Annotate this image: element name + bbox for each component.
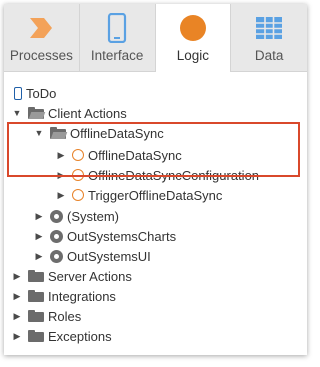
module-reference-icon xyxy=(50,209,63,223)
tab-logic-label: Logic xyxy=(176,48,210,63)
collapsed-caret-icon[interactable]: ▶ xyxy=(12,286,22,306)
tab-interface[interactable]: Interface xyxy=(79,4,156,72)
folder-open-icon xyxy=(28,107,46,119)
logic-circle-icon xyxy=(179,13,207,43)
tree-item-exceptions[interactable]: ▶ Exceptions xyxy=(12,326,112,346)
tree-item-module-label: (System) xyxy=(67,208,119,224)
tree-item-roles[interactable]: ▶ Roles xyxy=(12,306,82,326)
client-action-icon xyxy=(72,189,84,201)
collapsed-caret-icon[interactable]: ▶ xyxy=(12,306,22,326)
tree-item-root-label: ToDo xyxy=(26,85,57,101)
collapsed-caret-icon[interactable]: ▶ xyxy=(12,266,22,286)
tree-item-action[interactable]: ▶ TriggerOfflineDataSync xyxy=(56,185,223,205)
highlight-box xyxy=(7,122,300,177)
tree-item-client-actions-label: Client Actions xyxy=(48,105,127,121)
tree-item-folder-label: Roles xyxy=(48,308,82,324)
tree-item-module-label: OutSystemsCharts xyxy=(67,228,177,244)
collapsed-caret-icon[interactable]: ▶ xyxy=(34,246,44,266)
tree-item-client-actions[interactable]: ▼ Client Actions xyxy=(12,103,127,123)
module-reference-icon xyxy=(50,229,63,243)
tab-bar: Processes Interface Logic Data xyxy=(4,4,307,72)
folder-icon xyxy=(28,270,44,282)
tab-logic[interactable]: Logic xyxy=(155,4,232,72)
tree-item-module[interactable]: ▶ OutSystemsCharts xyxy=(34,226,177,246)
tab-data[interactable]: Data xyxy=(231,4,307,72)
tree-item-integrations[interactable]: ▶ Integrations xyxy=(12,286,116,306)
tree-item-folder-label: Exceptions xyxy=(48,328,112,344)
module-reference-icon xyxy=(50,249,63,263)
tree-item-folder-label: Integrations xyxy=(48,288,116,304)
expanded-caret-icon[interactable]: ▼ xyxy=(12,103,22,123)
logic-panel: Processes Interface Logic Data ToDo ▼ Cl… xyxy=(4,4,307,355)
tab-interface-label: Interface xyxy=(90,48,144,63)
collapsed-caret-icon[interactable]: ▶ xyxy=(12,326,22,346)
tree-item-module[interactable]: ▶ (System) xyxy=(34,206,119,226)
tree-item-module[interactable]: ▶ OutSystemsUI xyxy=(34,246,151,266)
tab-processes-label: Processes xyxy=(9,48,73,63)
collapsed-caret-icon[interactable]: ▶ xyxy=(56,185,66,205)
tree-item-root[interactable]: ToDo xyxy=(14,83,56,103)
tree-item-folder-label: Server Actions xyxy=(48,268,132,284)
tree-item-server-actions[interactable]: ▶ Server Actions xyxy=(12,266,132,286)
tree-item-module-label: OutSystemsUI xyxy=(67,248,151,264)
module-phone-icon xyxy=(14,86,22,100)
data-grid-icon xyxy=(255,13,283,43)
processes-chevron-icon xyxy=(28,13,54,43)
folder-icon xyxy=(28,290,44,302)
tab-data-label: Data xyxy=(254,48,284,63)
collapsed-caret-icon[interactable]: ▶ xyxy=(34,206,44,226)
folder-icon xyxy=(28,330,44,342)
tree-item-action-label: TriggerOfflineDataSync xyxy=(88,187,223,203)
collapsed-caret-icon[interactable]: ▶ xyxy=(34,226,44,246)
folder-icon xyxy=(28,310,44,322)
tab-processes[interactable]: Processes xyxy=(4,4,80,72)
phone-icon xyxy=(107,13,127,43)
